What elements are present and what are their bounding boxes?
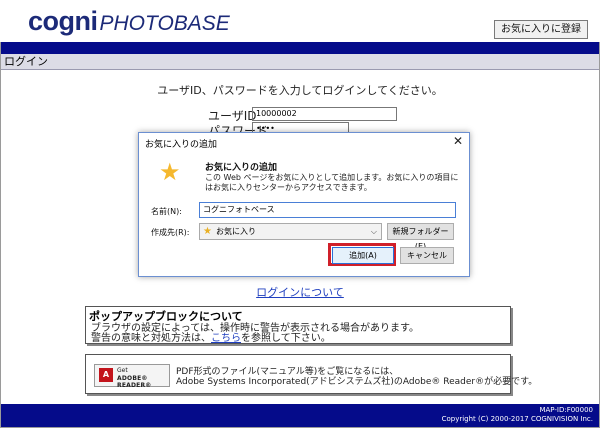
chevron-down-icon: ⌵ (370, 227, 377, 236)
top-bar (1, 42, 599, 54)
map-id: MAP-ID:F00000 (539, 406, 593, 414)
footer: MAP-ID:F00000 Copyright (C) 2000-2017 CO… (1, 404, 599, 427)
dialog-heading: お気に入りの追加 (205, 163, 278, 173)
new-folder-button[interactable]: 新規フォルダー(E) (387, 223, 454, 251)
dialog-title: お気に入りの追加 (145, 140, 218, 150)
favorites-star-icon: ★ (203, 226, 212, 237)
popup-line2-after: を参照して下さい。 (241, 333, 331, 344)
add-favorite-dialog: お気に入りの追加 ✕ ★ お気に入りの追加 この Web ページをお気に入りとし… (138, 132, 470, 277)
cancel-button[interactable]: キャンセル (400, 247, 454, 264)
location-label: 作成先(R): (151, 228, 190, 237)
reader-get-text: Get (117, 367, 128, 374)
star-icon: ★ (159, 158, 181, 186)
name-label: 名前(N): (151, 207, 182, 216)
add-to-favorites-button[interactable]: お気に入りに登録 (494, 20, 588, 39)
location-value: お気に入り (216, 227, 256, 236)
logo-photobase: PHOTOBASE (99, 12, 230, 35)
about-login-link[interactable]: ログインについて (0, 284, 600, 300)
popup-help-link[interactable]: こちら (211, 333, 241, 344)
add-button[interactable]: 追加(A) (332, 247, 394, 264)
reader-badge-text: ADOBE® READER® (117, 375, 152, 389)
popup-block-notice: ポップアップブロックについて ブラウザの設定によっては、操作時に警告が表示される… (85, 306, 511, 344)
section-title: ログイン (1, 54, 599, 70)
popup-notice-line2: 警告の意味と対処方法は、こちらを参照して下さい。 (91, 329, 331, 344)
copyright: Copyright (C) 2000-2017 COGNIVISION Inc. (441, 415, 593, 423)
logo-cogni: cogni (28, 6, 98, 36)
login-instruction: ユーザID、パスワードを入力してログインしてください。 (157, 84, 443, 97)
location-select[interactable]: ★ お気に入り ⌵ (199, 223, 382, 240)
adobe-reader-icon: A (99, 368, 113, 382)
pdf-notice: A Get ADOBE® READER® PDF形式のファイル(マニュアル等)を… (85, 354, 537, 394)
logo: cogniPHOTOBASE (28, 6, 230, 37)
userid-input[interactable]: 10000002 (252, 107, 397, 121)
close-icon[interactable]: ✕ (453, 134, 463, 148)
dialog-description: この Web ページをお気に入りとして追加します。お気に入りの項目にはお気に入り… (205, 173, 459, 192)
pdf-notice-line2: Adobe Systems Incorporated(アドビシステムズ社)のAd… (176, 377, 538, 387)
popup-line2-before: 警告の意味と対処方法は、 (91, 333, 211, 344)
name-input[interactable]: コグニフォトベース (199, 202, 456, 218)
get-adobe-reader-button[interactable]: A Get ADOBE® READER® (94, 364, 170, 389)
header: cogniPHOTOBASE お気に入りに登録 (0, 0, 600, 42)
